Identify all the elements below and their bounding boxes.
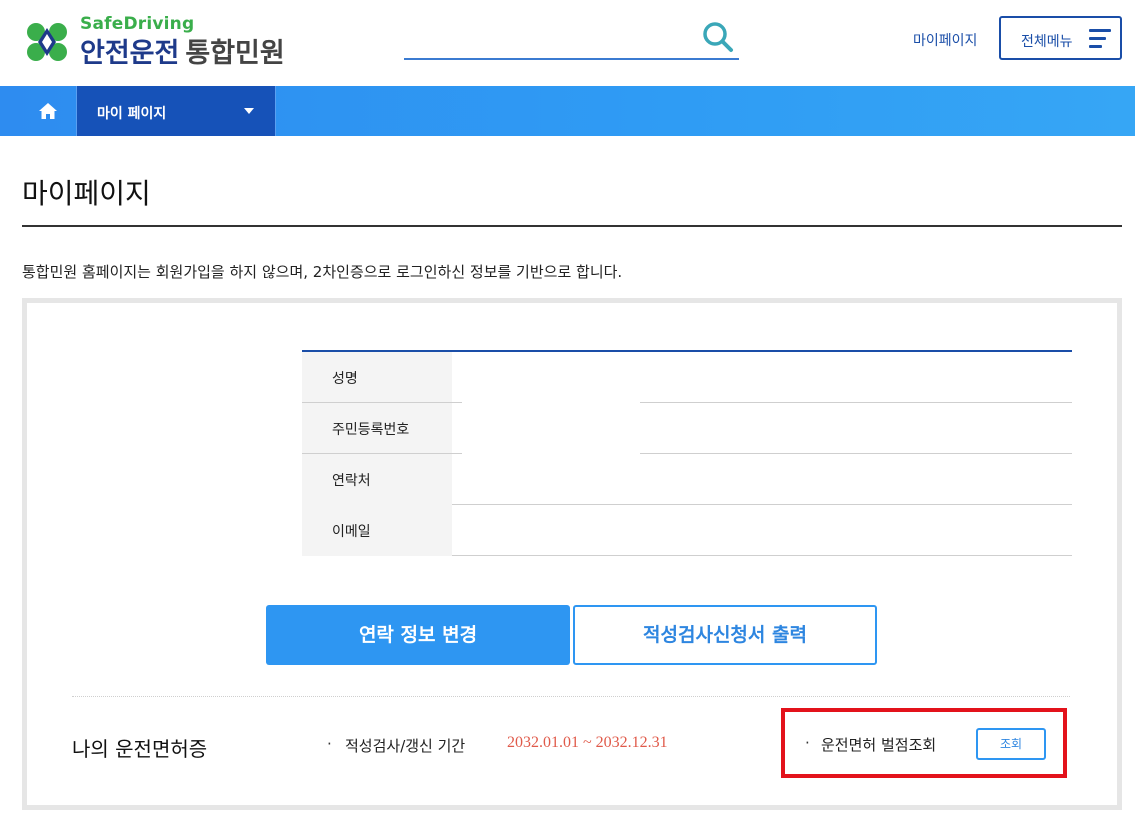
search-icon[interactable] [701, 20, 735, 54]
penalty-bullet: · [805, 734, 810, 752]
logo-clover-icon [22, 20, 72, 64]
home-icon [39, 103, 57, 119]
page-title: 마이페이지 [22, 172, 151, 212]
info-row-contact: 연락처 [302, 454, 1072, 505]
penalty-inquiry-button[interactable]: 조회 [976, 728, 1046, 760]
section-divider [72, 696, 1070, 697]
full-menu-label: 전체메뉴 [1021, 31, 1073, 51]
period-bullet: · [327, 735, 332, 753]
logo-title-main: 안전운전 [80, 38, 179, 69]
info-value-contact [452, 454, 1072, 505]
chevron-down-icon [244, 108, 254, 114]
info-label-email: 이메일 [302, 505, 452, 556]
info-value-name [452, 352, 1072, 403]
mypage-panel: 성명 주민등록번호 연락처 이메일 연락 정보 변경 적성검사신청서 출력 나의… [22, 298, 1122, 810]
info-label-contact: 연락처 [302, 454, 452, 505]
search-bar [404, 16, 739, 60]
title-divider [22, 225, 1122, 227]
info-row-email: 이메일 [302, 505, 1072, 556]
site-header: SafeDriving 안전운전통합민원 마이페이지 전체메뉴 [0, 0, 1135, 86]
search-input[interactable] [404, 22, 694, 54]
aptitude-period-value: 2032.01.01 ~ 2032.12.31 [507, 734, 668, 752]
penalty-points-label: 운전면허 벌점조회 [821, 734, 936, 755]
aptitude-period-label: 적성검사/갱신 기간 [345, 735, 465, 756]
hamburger-icon [1089, 29, 1111, 49]
nav-dropdown-label: 마이 페이지 [97, 103, 166, 123]
info-label-resident-number: 주민등록번호 [302, 403, 452, 454]
mypage-link[interactable]: 마이페이지 [913, 30, 977, 50]
row-divider [452, 555, 1072, 556]
personal-info-table: 성명 주민등록번호 연락처 이메일 [302, 350, 1072, 556]
logo-title-service: 통합민원 [185, 38, 284, 69]
info-value-email [452, 505, 1072, 556]
info-label-name: 성명 [302, 352, 452, 403]
license-section-title: 나의 운전면허증 [72, 733, 207, 762]
notice-text: 통합민원 홈페이지는 회원가입을 하지 않으며, 2차인증으로 로그인하신 정보… [22, 261, 622, 282]
nav-bar: 마이 페이지 [0, 86, 1135, 136]
home-button[interactable] [22, 86, 76, 136]
print-application-button[interactable]: 적성검사신청서 출력 [573, 605, 877, 665]
info-row-name: 성명 [302, 352, 1072, 403]
logo-title: 안전운전통합민원 [80, 31, 285, 70]
full-menu-button[interactable]: 전체메뉴 [999, 16, 1122, 60]
site-logo[interactable]: SafeDriving 안전운전통합민원 [22, 14, 302, 70]
info-row-resident-number: 주민등록번호 [302, 403, 1072, 454]
info-value-resident-number [452, 403, 1072, 454]
nav-dropdown-mypage[interactable]: 마이 페이지 [76, 86, 276, 136]
change-contact-button[interactable]: 연락 정보 변경 [266, 605, 570, 665]
